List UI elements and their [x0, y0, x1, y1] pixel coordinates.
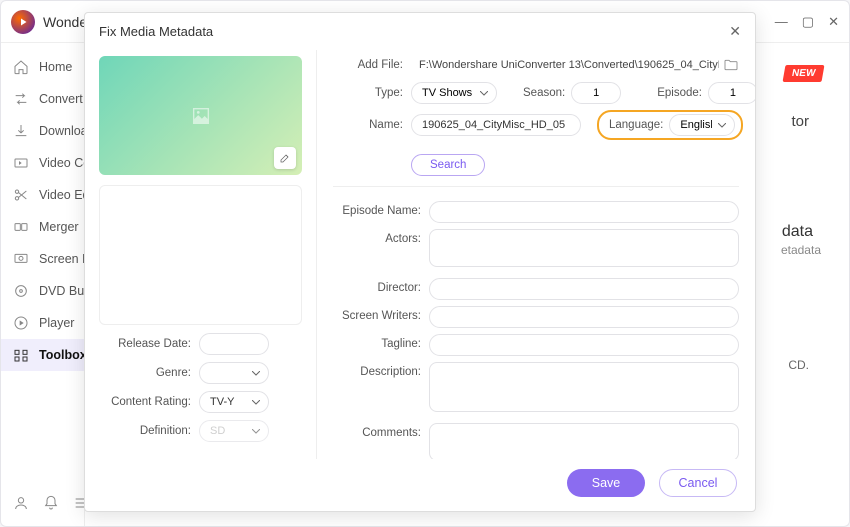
- thumbnail-preview: [99, 56, 302, 175]
- tagline-input[interactable]: [429, 334, 739, 356]
- name-label: Name:: [333, 119, 411, 131]
- comments-label: Comments:: [333, 423, 429, 439]
- description-label: Description:: [333, 362, 429, 378]
- actors-input[interactable]: [429, 229, 739, 267]
- episode-input[interactable]: [708, 82, 755, 104]
- sidebar-item-toolbox[interactable]: Toolbox: [1, 339, 84, 371]
- description-input[interactable]: [429, 362, 739, 412]
- sidebar-item-label: Video Co: [39, 156, 85, 170]
- cancel-button[interactable]: Cancel: [659, 469, 737, 497]
- release-date-label: Release Date:: [99, 338, 199, 350]
- browse-folder-button[interactable]: [723, 57, 739, 73]
- new-badge: NEW: [782, 65, 824, 82]
- add-file-path: F:\Wondershare UniConverter 13\Converted…: [411, 54, 719, 76]
- app-logo: [11, 10, 35, 34]
- modal-close-button[interactable]: ✕: [729, 23, 741, 40]
- sidebar-item-label: Home: [39, 60, 72, 74]
- bg-text: CD.: [788, 358, 809, 372]
- sidebar-item-label: Toolbox: [39, 348, 85, 362]
- director-label: Director:: [333, 278, 429, 294]
- sidebar-item-merger[interactable]: Merger: [1, 211, 84, 243]
- content-rating-select[interactable]: TV-Y: [199, 391, 269, 413]
- season-label: Season:: [523, 87, 565, 99]
- sidebar-item-label: DVD Bu: [39, 284, 84, 298]
- sidebar-item-label: Convert: [39, 92, 83, 106]
- episode-name-label: Episode Name:: [333, 201, 429, 217]
- episode-label: Episode:: [657, 87, 702, 99]
- home-icon: [13, 59, 29, 75]
- screen-writers-label: Screen Writers:: [333, 306, 429, 322]
- tagline-label: Tagline:: [333, 334, 429, 350]
- account-icon[interactable]: [13, 495, 29, 516]
- definition-select[interactable]: SD: [199, 420, 269, 442]
- type-select[interactable]: TV Shows: [411, 82, 497, 104]
- bell-icon[interactable]: [43, 495, 59, 516]
- scissors-icon: [13, 187, 29, 203]
- sidebar-item-screen-recorder[interactable]: Screen R: [1, 243, 84, 275]
- results-list[interactable]: [99, 185, 302, 325]
- actors-label: Actors:: [333, 229, 429, 245]
- sidebar-item-video-compress[interactable]: Video Co: [1, 147, 84, 179]
- language-highlight: Language: English: [597, 110, 743, 140]
- director-input[interactable]: [429, 278, 739, 300]
- episode-name-input[interactable]: [429, 201, 739, 223]
- sidebar-item-label: Downloa: [39, 124, 85, 138]
- close-button[interactable]: ✕: [828, 15, 839, 28]
- minimize-button[interactable]: —: [775, 15, 788, 28]
- convert-icon: [13, 91, 29, 107]
- edit-thumbnail-button[interactable]: [274, 147, 296, 169]
- compress-icon: [13, 155, 29, 171]
- sidebar-item-download[interactable]: Downloa: [1, 115, 84, 147]
- save-button[interactable]: Save: [567, 469, 645, 497]
- add-file-label: Add File:: [333, 59, 411, 71]
- sidebar-item-label: Player: [39, 316, 74, 330]
- image-placeholder-icon: [187, 105, 215, 127]
- download-icon: [13, 123, 29, 139]
- genre-label: Genre:: [99, 367, 199, 379]
- language-select[interactable]: English: [669, 114, 735, 136]
- content-rating-label: Content Rating:: [99, 396, 199, 408]
- bg-text: etadata: [781, 243, 821, 257]
- sidebar-item-label: Video Ed: [39, 188, 85, 202]
- type-label: Type:: [333, 87, 411, 99]
- sidebar-item-dvd-burner[interactable]: DVD Bu: [1, 275, 84, 307]
- play-icon: [13, 315, 29, 331]
- sidebar-item-player[interactable]: Player: [1, 307, 84, 339]
- recorder-icon: [13, 251, 29, 267]
- divider: [333, 186, 739, 187]
- sidebar-item-convert[interactable]: Convert: [1, 83, 84, 115]
- sidebar-item-label: Screen R: [39, 252, 85, 266]
- genre-select[interactable]: [199, 362, 269, 384]
- sidebar-item-video-editor[interactable]: Video Ed: [1, 179, 84, 211]
- fix-metadata-modal: Fix Media Metadata ✕ Release Date: Genre…: [84, 12, 756, 512]
- disc-icon: [13, 283, 29, 299]
- season-input[interactable]: [571, 82, 621, 104]
- sidebar-item-label: Merger: [39, 220, 79, 234]
- merger-icon: [13, 219, 29, 235]
- bg-text: tor: [791, 113, 809, 130]
- modal-title: Fix Media Metadata: [99, 24, 213, 39]
- sidebar-item-home[interactable]: Home: [1, 51, 84, 83]
- bg-text: data: [782, 223, 813, 241]
- comments-input[interactable]: [429, 423, 739, 459]
- definition-label: Definition:: [99, 425, 199, 437]
- toolbox-icon: [13, 347, 29, 363]
- name-input[interactable]: [411, 114, 581, 136]
- search-button[interactable]: Search: [411, 154, 485, 176]
- maximize-button[interactable]: ▢: [802, 15, 814, 28]
- screen-writers-input[interactable]: [429, 306, 739, 328]
- language-label: Language:: [609, 119, 663, 131]
- release-date-input[interactable]: [199, 333, 269, 355]
